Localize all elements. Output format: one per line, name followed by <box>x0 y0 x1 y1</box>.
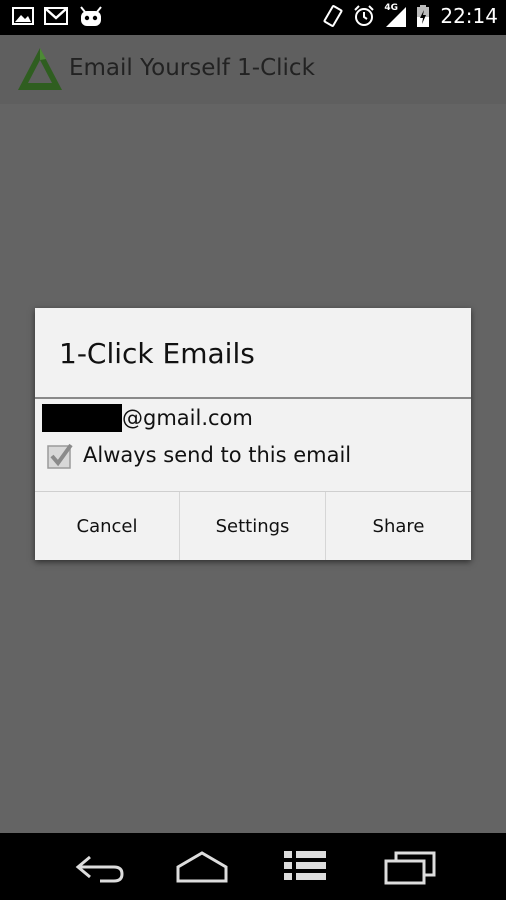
dialog-title: 1-Click Emails <box>59 337 255 370</box>
battery-icon <box>417 5 430 27</box>
vibrate-icon <box>323 5 343 27</box>
settings-button[interactable]: Settings <box>180 492 325 560</box>
recents-icon[interactable] <box>380 847 440 887</box>
back-icon[interactable] <box>70 847 130 887</box>
signal-icon <box>386 7 407 27</box>
always-send-checkbox[interactable] <box>47 443 73 469</box>
status-clock: 22:14 <box>440 4 498 28</box>
one-click-dialog: 1-Click Emails @gmail.com Always send to… <box>35 308 471 560</box>
app-bar: Email Yourself 1-Click <box>0 35 506 105</box>
gmail-icon <box>44 7 68 25</box>
alarm-icon <box>354 5 375 26</box>
always-send-checkbox-row[interactable]: Always send to this email <box>45 439 351 471</box>
email-row[interactable]: @gmail.com <box>42 403 253 433</box>
dialog-divider <box>35 397 471 399</box>
checkmark-icon <box>47 443 73 469</box>
cancel-button[interactable]: Cancel <box>35 492 179 560</box>
email-address: @gmail.com <box>122 406 253 430</box>
status-bar: 4G 22:14 <box>0 0 506 35</box>
home-icon[interactable] <box>172 847 232 887</box>
navigation-bar <box>0 833 506 900</box>
redacted-username <box>42 404 122 432</box>
share-button[interactable]: Share <box>326 492 471 560</box>
always-send-label: Always send to this email <box>83 443 352 467</box>
gallery-icon <box>12 7 34 25</box>
menu-icon[interactable] <box>276 847 336 887</box>
app-logo-icon <box>18 48 62 90</box>
app-title: Email Yourself 1-Click <box>69 55 315 81</box>
android-icon <box>80 6 102 26</box>
